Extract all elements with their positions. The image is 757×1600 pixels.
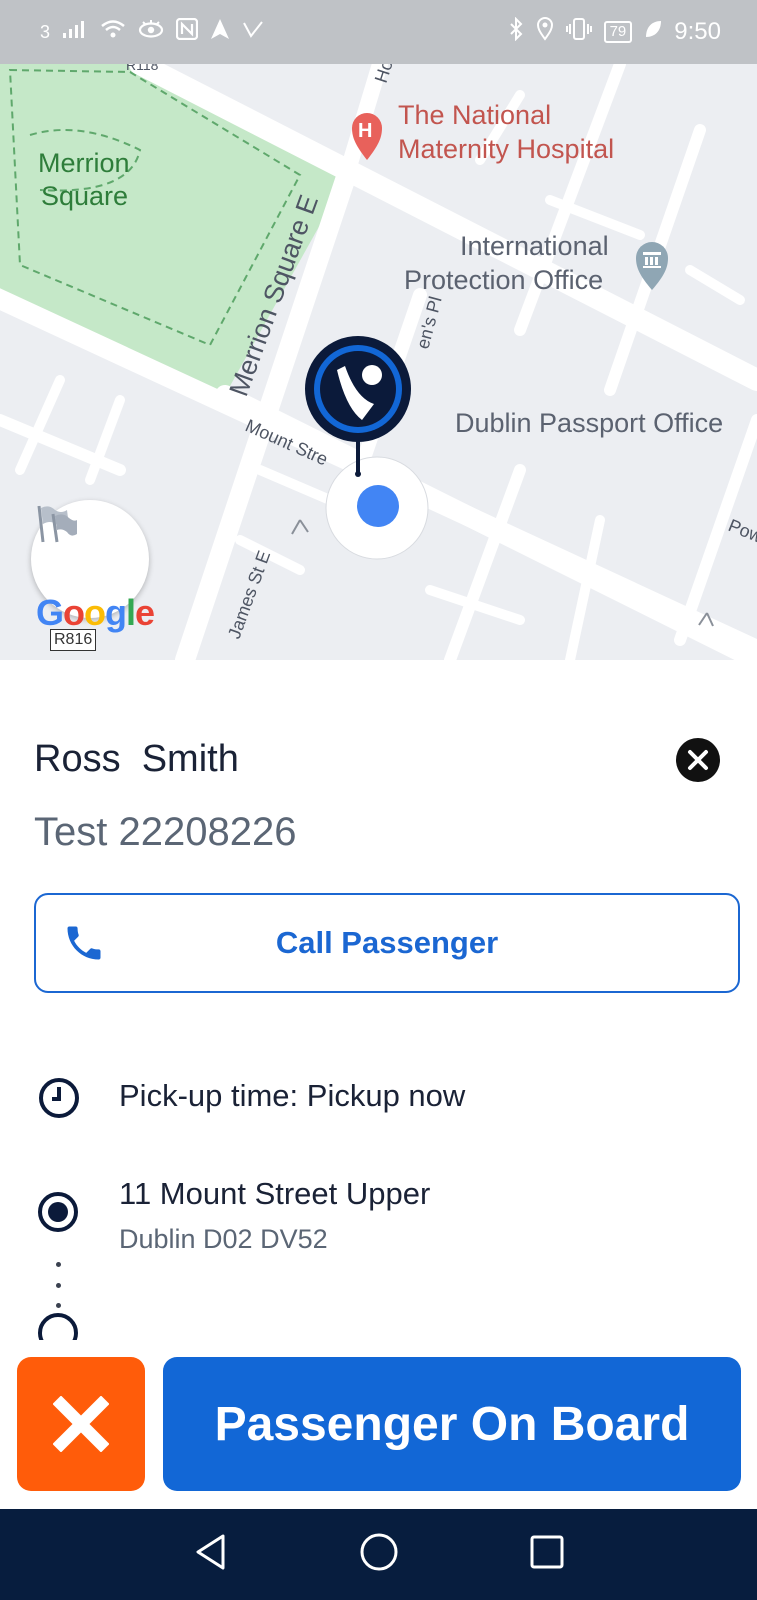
flag-icon: [37, 505, 77, 543]
close-icon: [688, 750, 708, 770]
battery-icon: 79: [603, 21, 633, 43]
map-label-passport: Dublin Passport Office: [455, 408, 723, 438]
system-nav-bar: [0, 1509, 757, 1600]
leaf-icon: [644, 19, 662, 45]
one-way-arrow-icon: [291, 519, 309, 535]
map-view[interactable]: Merrion Square The National Maternity Ho…: [0, 64, 757, 660]
map-label-hospital-2: Maternity Hospital: [398, 134, 614, 164]
passenger-name: Ross Smith: [34, 738, 239, 780]
map-label-pow: Pow: [726, 515, 757, 547]
call-passenger-button[interactable]: Call Passenger: [34, 893, 740, 993]
google-letter: G: [36, 592, 64, 633]
google-logo: Google: [36, 592, 155, 634]
bluetooth-icon: [508, 16, 524, 47]
map-label-hospital-1: The National: [398, 100, 551, 130]
map-label-road-top: R118: [126, 64, 159, 73]
google-letter: l: [126, 592, 136, 633]
carrier-indicator: 3: [40, 22, 51, 42]
passenger-on-board-label: Passenger On Board: [214, 1397, 690, 1451]
destination-stop-icon: [37, 1312, 79, 1340]
google-letter: e: [135, 592, 155, 633]
google-letter: g: [105, 592, 127, 633]
home-icon[interactable]: [359, 1532, 399, 1577]
clock-icon: [38, 1077, 80, 1124]
status-right: 79 9:50: [508, 16, 721, 47]
map-label-merrion-1: Merrion: [38, 148, 130, 178]
map-label-intl-2: Protection Office: [404, 265, 603, 295]
call-passenger-label: Call Passenger: [275, 925, 499, 960]
road-badge-r816: R816: [50, 629, 97, 651]
google-letter: o: [63, 592, 85, 633]
action-bar: Passenger On Board: [0, 1340, 757, 1508]
current-location-marker: [325, 456, 429, 560]
screen: 3 79 9:50 Merrion Square The National Ma…: [0, 0, 757, 1600]
pickup-stop-icon: [37, 1191, 79, 1238]
map-label-james-street: James St E: [224, 548, 274, 641]
route-connector: [55, 1262, 61, 1308]
close-button[interactable]: [676, 738, 720, 782]
pickup-address-line1: 11 Mount Street Upper: [119, 1176, 431, 1211]
eye-icon: [138, 19, 164, 45]
location-icon: [536, 17, 554, 47]
status-time: 9:50: [674, 18, 721, 45]
check-icon: [242, 19, 264, 45]
wifi-icon: [100, 18, 126, 46]
pickup-time-text: Pick-up time: Pickup now: [119, 1078, 466, 1113]
close-icon: [53, 1396, 109, 1452]
back-icon[interactable]: [193, 1533, 229, 1576]
recents-icon[interactable]: [529, 1534, 565, 1575]
vibrate-icon: [565, 17, 592, 47]
svg-text:H: H: [358, 120, 372, 142]
status-left: 3: [40, 17, 264, 46]
map-label-merrion-2: Square: [41, 181, 128, 211]
map-label-intl-1: International: [460, 231, 609, 261]
signal-icon: [62, 19, 88, 45]
nfc-icon: [175, 17, 199, 46]
passenger-subtitle: Test 22208226: [34, 810, 297, 854]
phone-icon: [62, 921, 106, 970]
status-bar: 3 79 9:50: [0, 0, 757, 64]
passenger-on-board-button[interactable]: Passenger On Board: [163, 1357, 741, 1491]
cancel-ride-button[interactable]: [17, 1357, 145, 1491]
navigation-icon: [210, 18, 230, 46]
pickup-address-line2: Dublin D02 DV52: [119, 1224, 328, 1254]
google-letter: o: [84, 592, 106, 633]
